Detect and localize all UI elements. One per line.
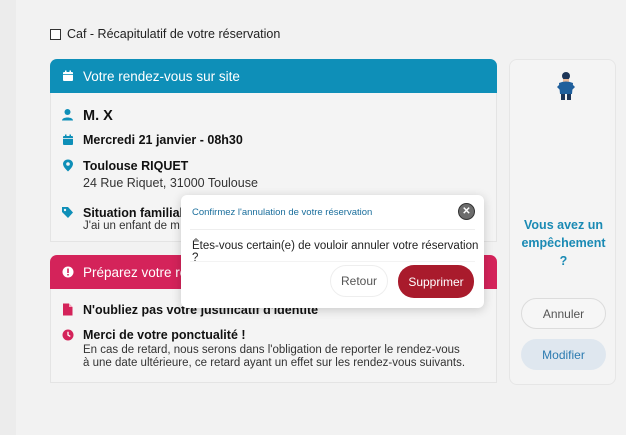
advisor-illustration-icon (554, 70, 578, 105)
appointment-date: Mercredi 21 janvier - 08h30 (83, 133, 243, 147)
side-panel: Vous avez un empêchement ? Annuler Modif… (509, 59, 616, 385)
prepare-card-title: Préparez votre re (83, 264, 188, 280)
location-address: 24 Rue Riquet, 31000 Toulouse (83, 176, 258, 190)
location-row: Toulouse RIQUET 24 Rue Riquet, 31000 Tou… (61, 159, 258, 190)
side-question-line-1: Vous avez un (524, 218, 603, 232)
tag-icon (61, 206, 74, 219)
modal-title: Confirmez l'annulation de votre réservat… (192, 207, 373, 218)
modal-divider (190, 229, 475, 230)
person-row: M. X (61, 108, 113, 124)
checkbox-icon[interactable] (50, 28, 61, 40)
location-name: Toulouse RIQUET (83, 159, 189, 173)
punctuality-row: Merci de votre ponctualité ! En cas de r… (61, 328, 465, 370)
page-title: Caf - Récapitulatif de votre réservation (67, 27, 281, 41)
confirm-cancel-modal: Confirmez l'annulation de votre réservat… (181, 195, 484, 308)
location-pin-icon (61, 159, 74, 172)
punctuality-line-1: En cas de retard, nous serons dans l'obl… (83, 344, 460, 356)
retour-button[interactable]: Retour (330, 265, 388, 297)
side-question-line-3: ? (559, 254, 568, 268)
situation-value: J'ai un enfant de m (83, 220, 180, 232)
annuler-button[interactable]: Annuler (521, 298, 606, 329)
close-icon[interactable]: ✕ (458, 203, 475, 220)
punctuality-line-2: à une date ultérieure, ce retard ayant u… (83, 357, 466, 369)
calendar-icon (61, 133, 74, 146)
modal-divider (190, 261, 475, 262)
side-question: Vous avez un empêchement ? (510, 216, 617, 270)
person-name: M. X (83, 108, 113, 124)
situation-row: Situation familiale J'ai un enfant de m (61, 206, 190, 233)
supprimer-button[interactable]: Supprimer (398, 265, 474, 298)
person-icon (61, 108, 74, 121)
appointment-card-header: Votre rendez-vous sur site (50, 59, 497, 93)
clock-icon (61, 328, 74, 341)
punctuality-title: Merci de votre ponctualité ! (83, 328, 246, 342)
situation-label: Situation familiale (83, 206, 190, 220)
date-row: Mercredi 21 janvier - 08h30 (61, 133, 243, 147)
side-question-line-2: empêchement (521, 236, 606, 250)
alert-icon (61, 266, 74, 279)
calendar-icon (61, 70, 74, 83)
modifier-button[interactable]: Modifier (521, 339, 606, 370)
page-header: Caf - Récapitulatif de votre réservation (50, 27, 280, 41)
document-icon (61, 303, 74, 316)
appointment-card-title: Votre rendez-vous sur site (83, 68, 240, 84)
